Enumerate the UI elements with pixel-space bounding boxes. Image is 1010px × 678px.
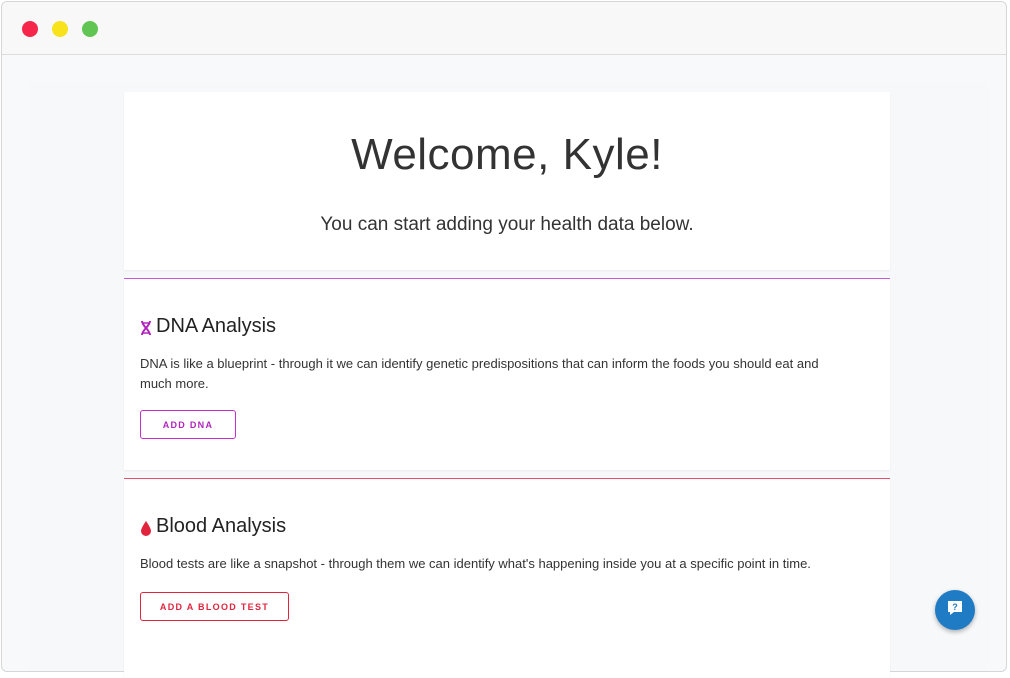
- window-titlebar: [2, 2, 1006, 55]
- maximize-window-button[interactable]: [82, 21, 98, 37]
- svg-text:?: ?: [952, 602, 958, 612]
- close-window-button[interactable]: [22, 21, 38, 37]
- help-chat-icon: ?: [946, 599, 964, 622]
- blood-analysis-card: Blood Analysis Blood tests are like a sn…: [124, 478, 890, 678]
- blood-section-title: Blood Analysis: [156, 515, 287, 537]
- dna-analysis-card: DNA Analysis DNA is like a blueprint - t…: [124, 278, 890, 470]
- blood-drop-icon: [140, 519, 152, 536]
- dna-section-heading: DNA Analysis: [140, 315, 276, 338]
- help-chat-button[interactable]: ?: [935, 590, 975, 630]
- add-dna-button[interactable]: ADD DNA: [140, 410, 236, 439]
- welcome-card: Welcome, Kyle! You can start adding your…: [124, 92, 890, 270]
- minimize-window-button[interactable]: [52, 21, 68, 37]
- welcome-subtitle: You can start adding your health data be…: [320, 214, 694, 235]
- dna-section-title: DNA Analysis: [156, 315, 277, 337]
- dna-icon: [140, 319, 152, 335]
- blood-section-heading: Blood Analysis: [140, 515, 286, 538]
- blood-section-description: Blood tests are like a snapshot - throug…: [140, 556, 811, 571]
- page-content: Welcome, Kyle! You can start adding your…: [30, 82, 990, 678]
- dna-section-description: DNA is like a blueprint - through it we …: [140, 356, 819, 391]
- welcome-title: Welcome, Kyle!: [351, 130, 663, 179]
- add-blood-test-button[interactable]: ADD A BLOOD TEST: [140, 592, 289, 621]
